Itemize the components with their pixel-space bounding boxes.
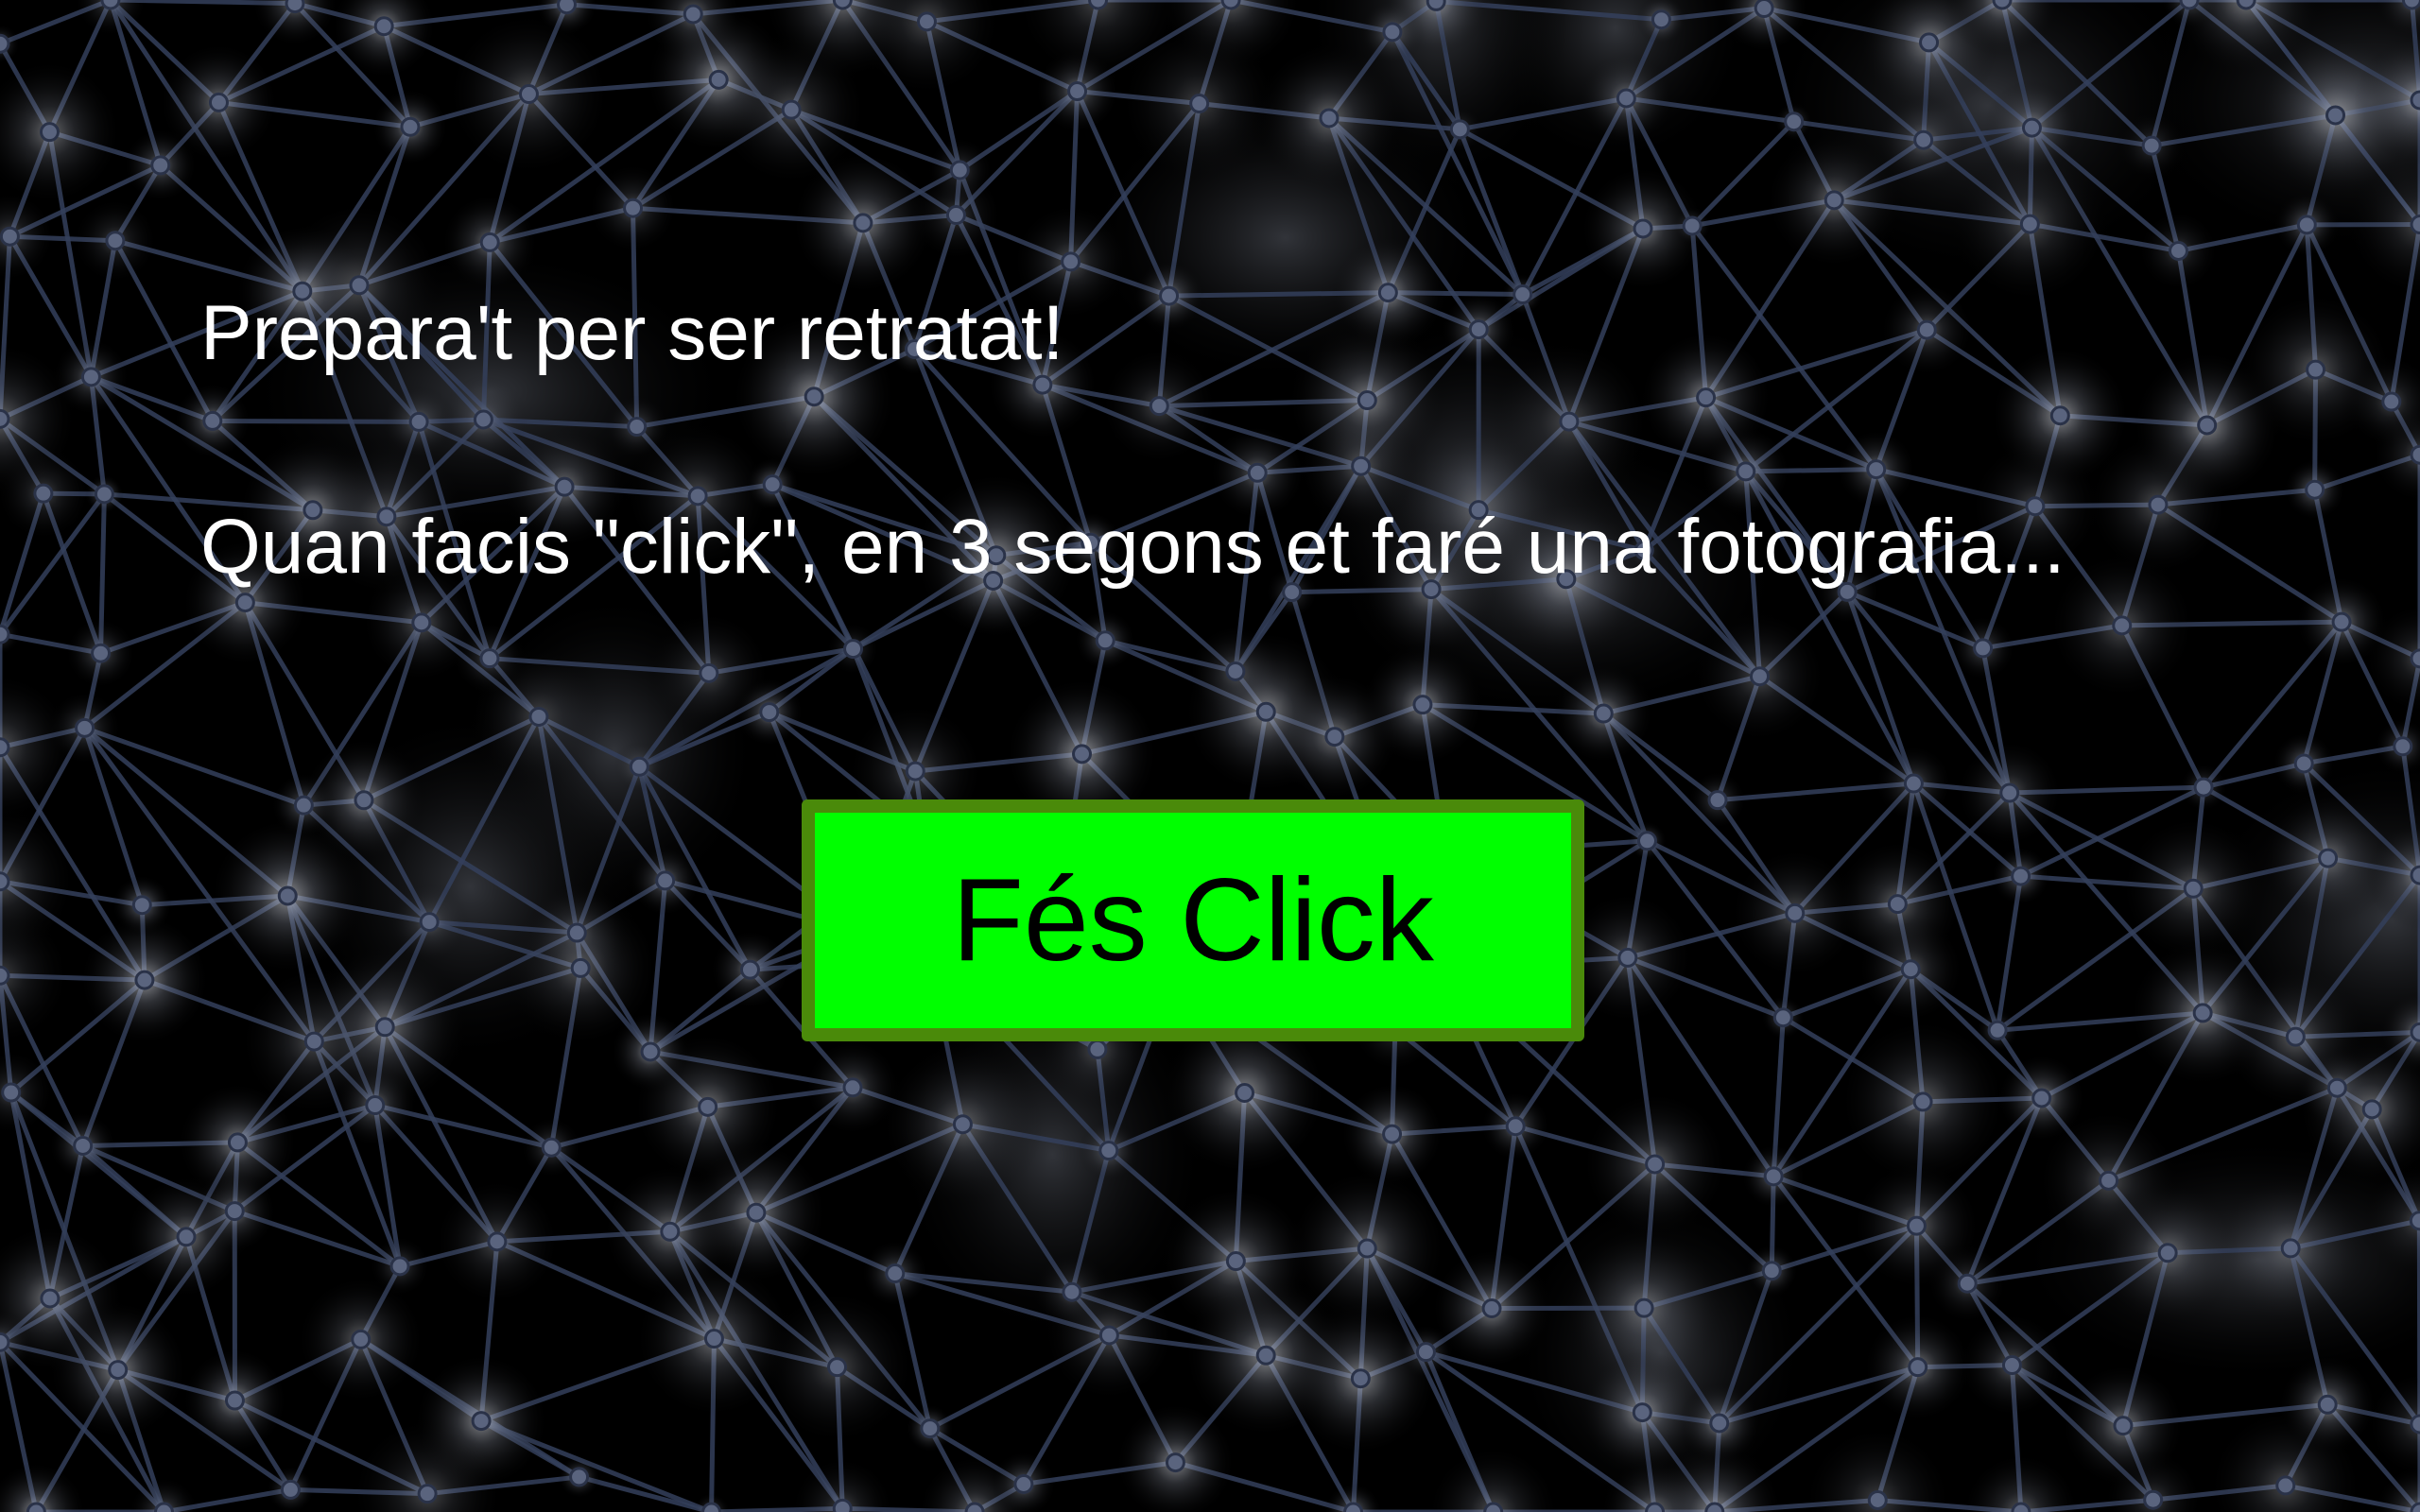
network-background [0,0,2420,1512]
take-photo-button-label: Fés Click [952,855,1434,986]
photobooth-screen: Prepara't per ser retratat! Quan facis "… [0,0,2420,1512]
take-photo-button[interactable]: Fés Click [802,799,1584,1041]
heading-text: Prepara't per ser retratat! [200,290,1064,376]
instruction-text: Quan facis "click", en 3 segons et faré … [200,504,2066,590]
